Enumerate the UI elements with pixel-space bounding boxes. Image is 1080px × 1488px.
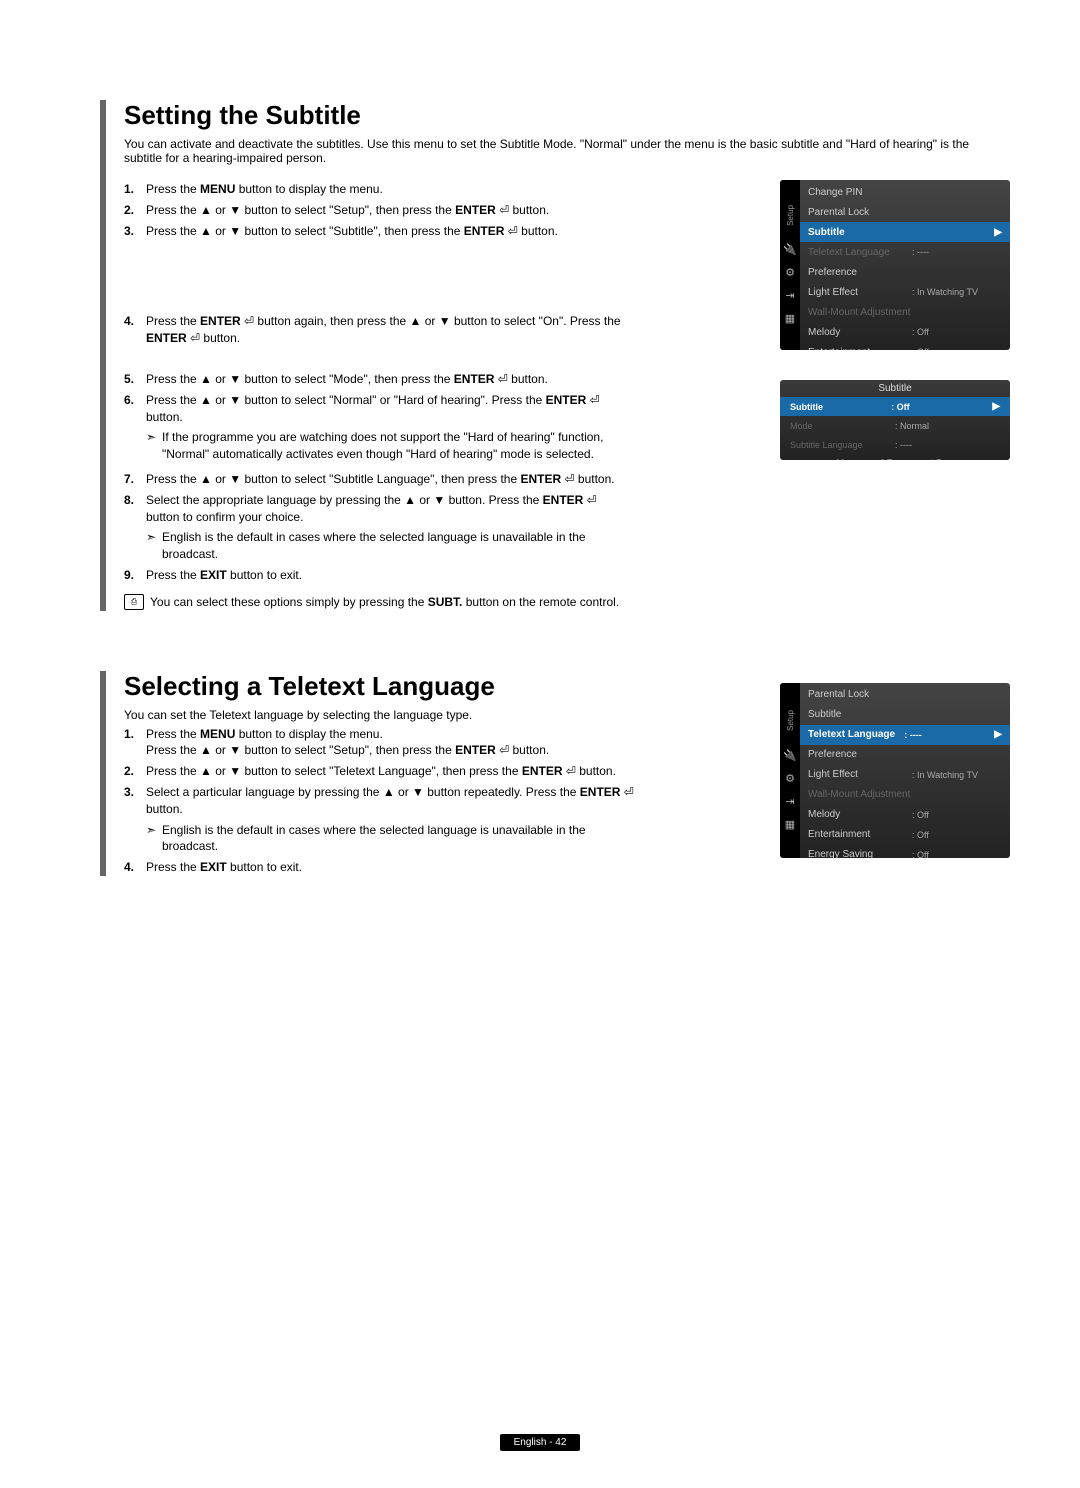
osd-row: Energy Saving: Off: [800, 845, 1010, 858]
osd-row: Teletext Language: ----: [800, 242, 1010, 262]
osd-row: Teletext Language: ----▶: [800, 725, 1010, 745]
osd-row: Wall-Mount Adjustment: [800, 785, 1010, 805]
osd-row: Subtitle Language: ----: [780, 435, 1010, 454]
step-num: 8.: [124, 492, 146, 526]
step-num: 2.: [124, 202, 146, 219]
page-number: English - 42: [500, 1434, 581, 1451]
page-footer: English - 42: [0, 1434, 1080, 1448]
osd-row: Subtitle▶: [800, 222, 1010, 242]
gear-icon: ⚙: [785, 774, 795, 785]
osd-sidebar-label: Setup: [786, 205, 795, 226]
section1-title: Setting the Subtitle: [124, 100, 1010, 131]
section-setting-subtitle: Setting the Subtitle You can activate an…: [100, 100, 1010, 611]
step-num: 7.: [124, 471, 146, 488]
osd-setup-menu: Setup 🔌 ⚙ ⇥ ▦ Change PINParental LockSub…: [780, 180, 1010, 350]
app-icon: ▦: [785, 314, 795, 325]
osd-row: Melody: Off: [800, 805, 1010, 825]
osd-row: Mode: Normal: [780, 416, 1010, 435]
step-num: 3.: [124, 784, 146, 818]
input-icon: ⇥: [785, 797, 794, 808]
note-arrow-icon: ➣: [146, 529, 162, 563]
gear-icon: ⚙: [785, 268, 795, 279]
osd-row: Wall-Mount Adjustment: [800, 302, 1010, 322]
osd-subtitle-menu: Subtitle Subtitle: Off▶Mode: NormalSubti…: [780, 380, 1010, 460]
step-text: Press the ENTER ⏎ button again, then pre…: [146, 313, 624, 347]
osd-row: Parental Lock: [800, 202, 1010, 222]
note-arrow-icon: ➣: [146, 429, 162, 463]
section2-steps: 1. Press the MENU button to display the …: [124, 726, 644, 876]
step-text: Press the EXIT button to exit.: [146, 859, 644, 876]
osd-row: Melody: Off: [800, 322, 1010, 342]
step-text: Select the appropriate language by press…: [146, 492, 624, 526]
osd-row: Light Effect: In Watching TV: [800, 282, 1010, 302]
osd-sidebar-label: Setup: [786, 710, 795, 731]
osd-row: Entertainment: Off: [800, 342, 1010, 350]
input-icon: ⇥: [785, 291, 794, 302]
osd-footer-enter: ⏎ Enter: [876, 458, 908, 460]
step-text: Press the EXIT button to exit.: [146, 567, 624, 584]
section-teletext-language: Selecting a Teletext Language You can se…: [100, 671, 1010, 876]
step-text: Press the ▲ or ▼ button to select "Telet…: [146, 763, 644, 780]
osd-row: Preference: [800, 745, 1010, 765]
step-num: 2.: [124, 763, 146, 780]
section1-steps: 1. Press the MENU button to display the …: [124, 181, 624, 611]
osd-row: Subtitle: [800, 705, 1010, 725]
note-arrow-icon: ➣: [146, 822, 162, 856]
section1-intro: You can activate and deactivate the subt…: [124, 137, 1010, 165]
osd-row: Change PIN: [800, 182, 1010, 202]
step-num: 4.: [124, 313, 146, 347]
sub-note: If the programme you are watching does n…: [162, 429, 624, 463]
osd-title: Subtitle: [780, 380, 1010, 397]
osd-footer-return: ↺ Return: [926, 458, 963, 460]
step-text: Select a particular language by pressing…: [146, 784, 644, 818]
step-text: Press the ▲ or ▼ button to select "Setup…: [146, 202, 624, 219]
step-text: Press the ▲ or ▼ button to select "Subti…: [146, 471, 624, 488]
osd-row: Preference: [800, 262, 1010, 282]
step-num: 6.: [124, 392, 146, 426]
osd-row: Subtitle: Off▶: [780, 397, 1010, 416]
step-text: Press the ▲ or ▼ button to select "Subti…: [146, 223, 624, 240]
step-num: 1.: [124, 726, 146, 760]
step-text: Press the MENU button to display the men…: [146, 726, 644, 760]
step-text: Press the MENU button to display the men…: [146, 181, 624, 198]
step-num: 4.: [124, 859, 146, 876]
plug-icon: 🔌: [783, 751, 797, 762]
step-num: 1.: [124, 181, 146, 198]
osd-row: Parental Lock: [800, 685, 1010, 705]
osd-setup-menu-teletext: Setup 🔌 ⚙ ⇥ ▦ Parental LockSubtitleTelet…: [780, 683, 1010, 858]
step-num: 5.: [124, 371, 146, 388]
step-text: Press the ▲ or ▼ button to select "Norma…: [146, 392, 624, 426]
app-icon: ▦: [785, 820, 795, 831]
step-num: 3.: [124, 223, 146, 240]
step-text: Press the ▲ or ▼ button to select "Mode"…: [146, 371, 624, 388]
osd-footer-move: ◆ Move: [827, 458, 858, 460]
remote-note: ⎙ You can select these options simply by…: [124, 594, 624, 611]
step-num: 9.: [124, 567, 146, 584]
remote-icon: ⎙: [124, 594, 144, 610]
sub-note: English is the default in cases where th…: [162, 529, 624, 563]
plug-icon: 🔌: [783, 245, 797, 256]
osd-row: Light Effect: In Watching TV: [800, 765, 1010, 785]
sub-note: English is the default in cases where th…: [162, 822, 644, 856]
osd-row: Entertainment: Off: [800, 825, 1010, 845]
